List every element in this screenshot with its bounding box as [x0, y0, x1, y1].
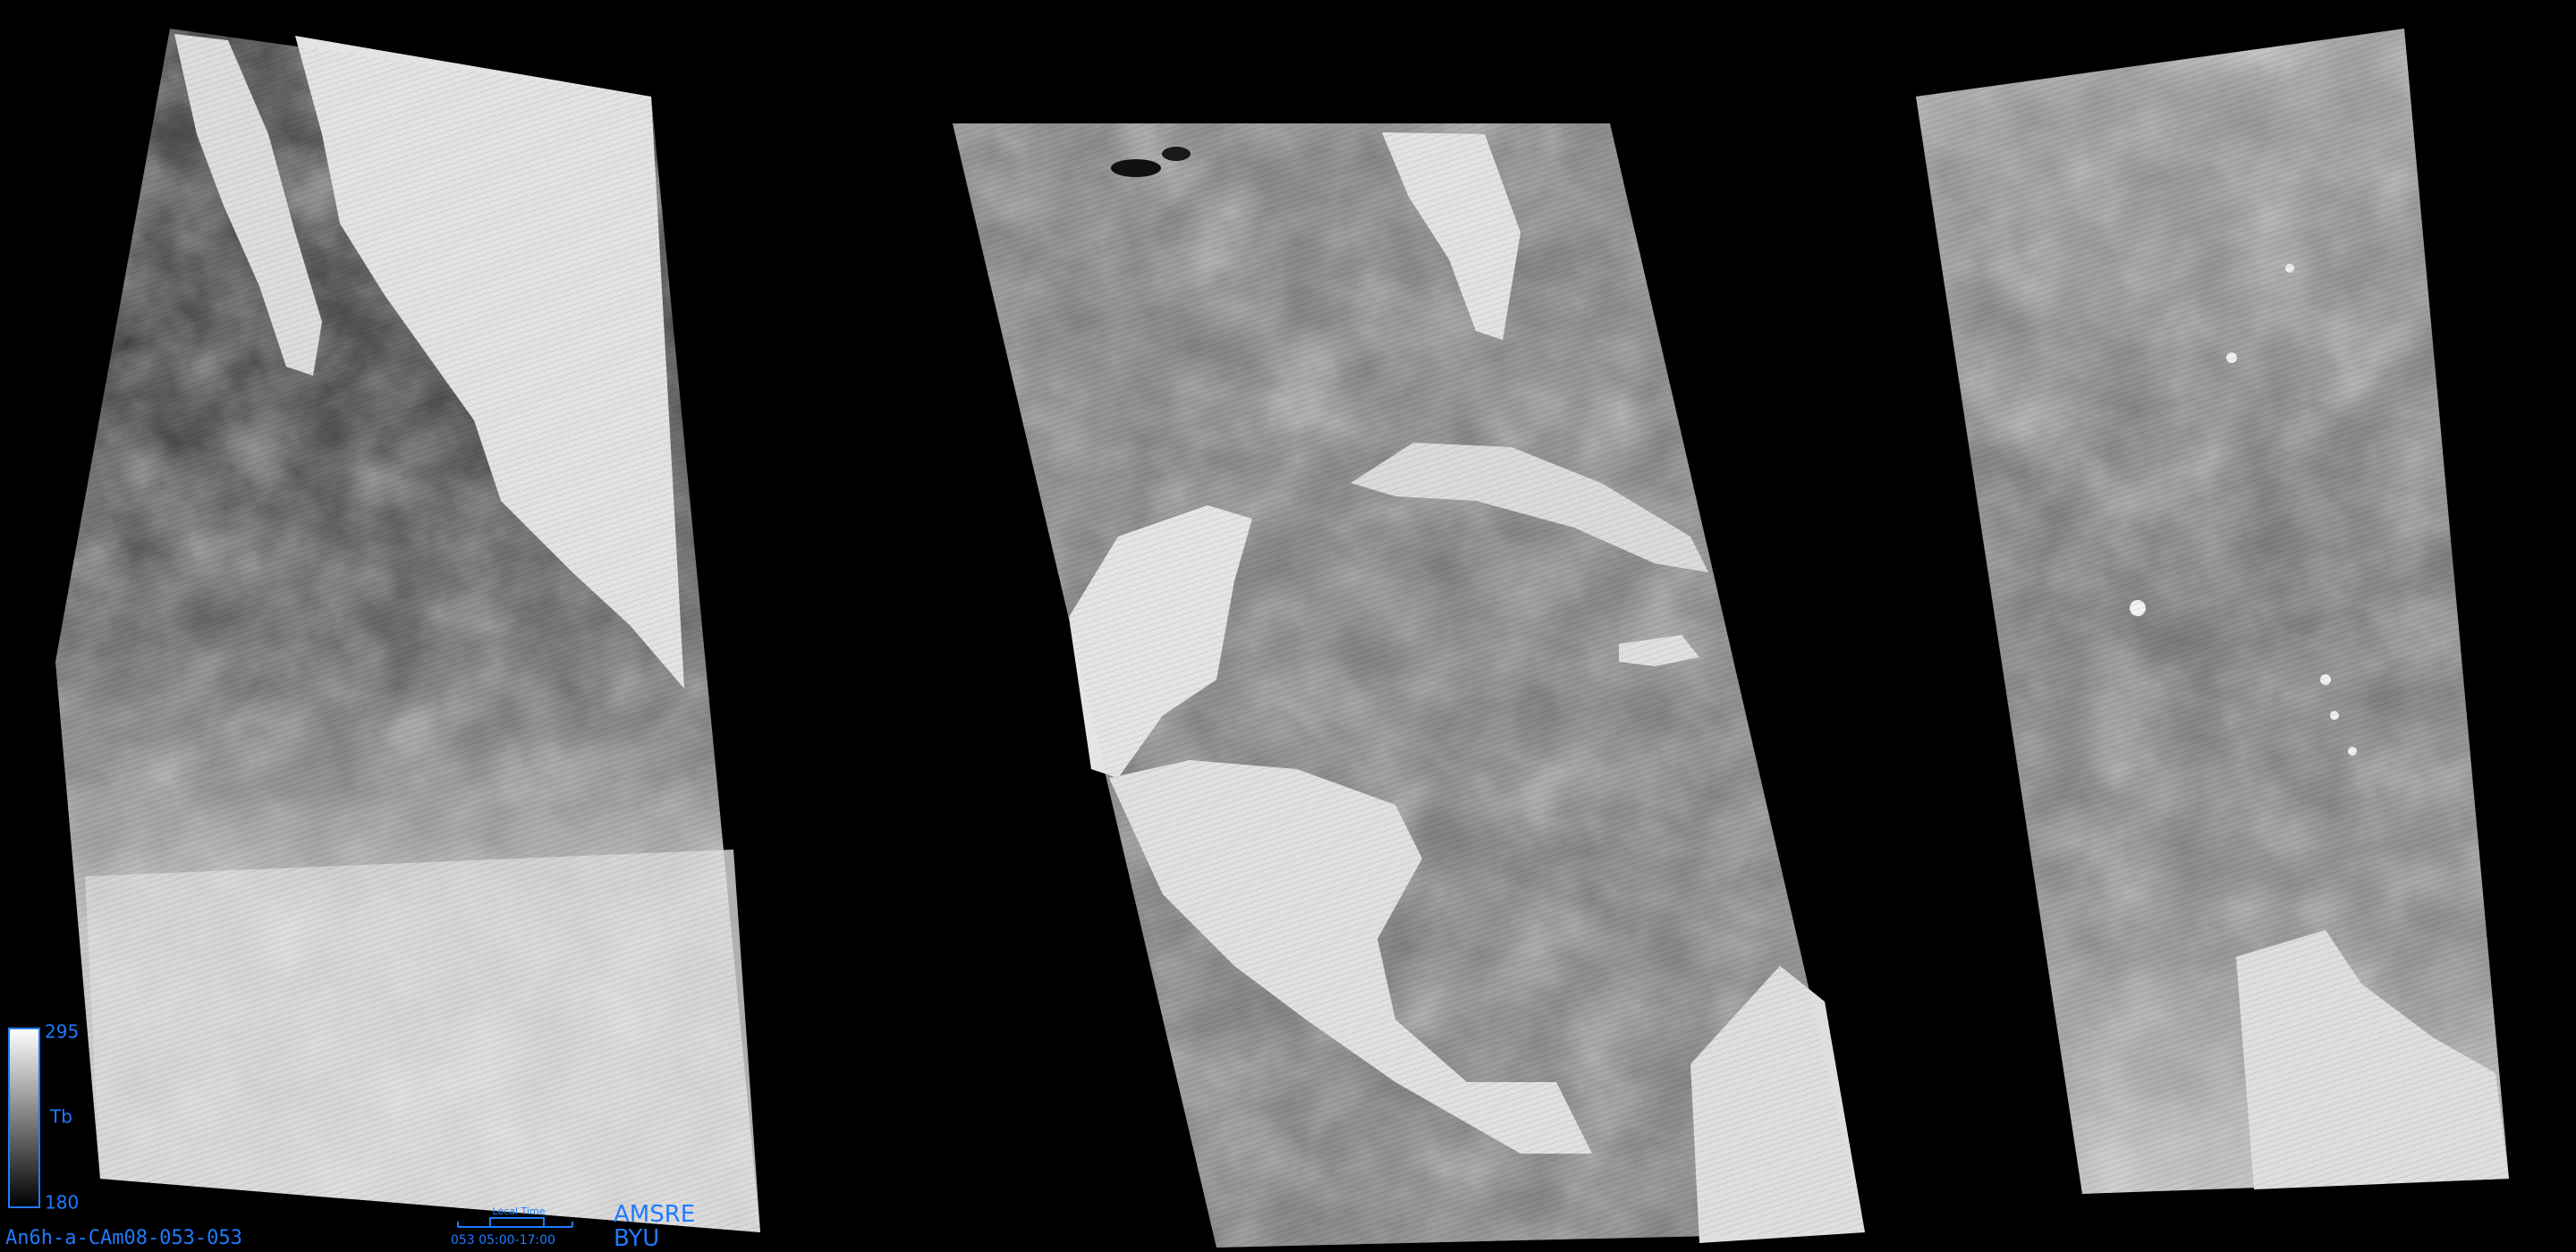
time-legend-bar [457, 1217, 573, 1228]
colorbar: 295 Tb 180 [8, 1021, 79, 1214]
institution-label: BYU [614, 1225, 659, 1252]
colorbar-variable-label: Tb [49, 1106, 72, 1128]
swath-west [55, 29, 760, 1232]
swath-central [953, 123, 1865, 1248]
time-legend-range: 053 05:00-17:00 [451, 1233, 555, 1248]
colorbar-max-label: 295 [45, 1021, 79, 1043]
product-id-label: An6h-a-CAm08-053-053 [5, 1227, 242, 1249]
time-legend-title: Local Time [493, 1205, 546, 1217]
sensor-label: AMSRE [614, 1201, 695, 1228]
colorbar-min-label: 180 [45, 1192, 79, 1214]
swath-east [1916, 29, 2509, 1194]
colorbar-gradient [8, 1028, 40, 1208]
satellite-swath-map: 295 Tb 180 An6h-a-CAm08-053-053 Local Ti… [5, 29, 2509, 1252]
